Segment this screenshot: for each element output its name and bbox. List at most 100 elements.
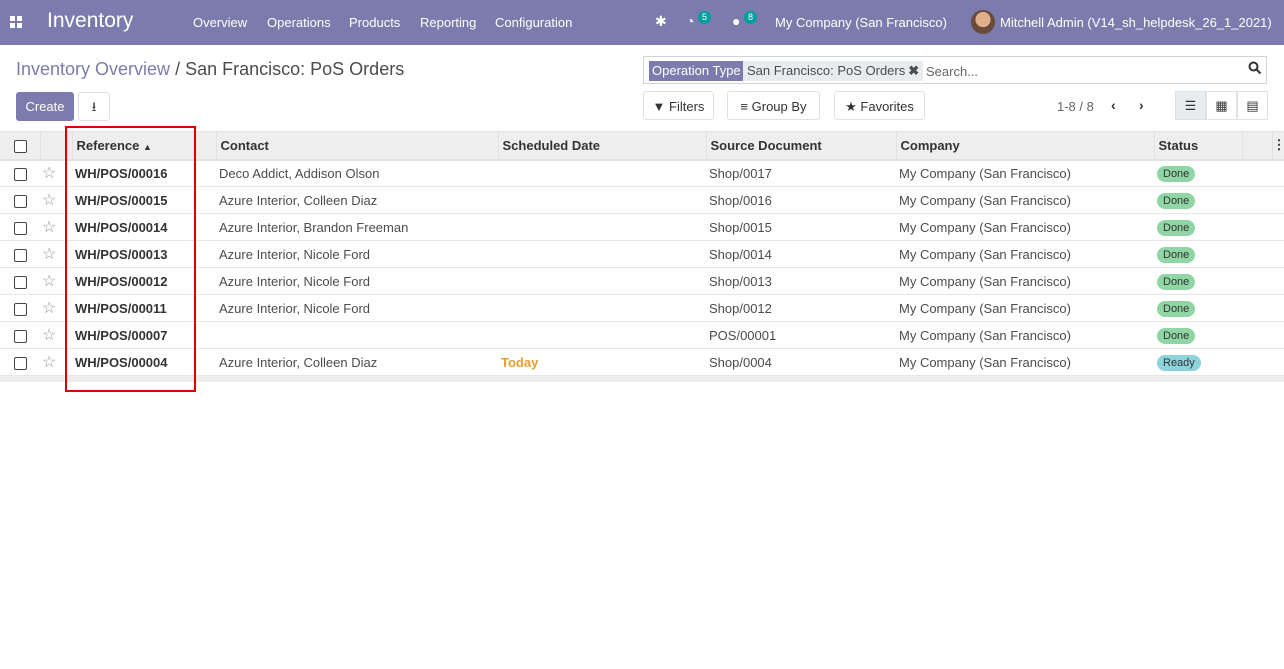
cell-reference: WH/POS/00012: [75, 273, 168, 289]
cell-reference: WH/POS/00007: [75, 327, 168, 343]
cell-source-document: POS/00001: [709, 327, 777, 343]
priority-star-icon[interactable]: ☆: [42, 327, 56, 344]
calendar-view-button[interactable]: ▤: [1237, 91, 1268, 120]
cell-contact: Azure Interior, Nicole Ford: [219, 246, 371, 262]
cell-contact: Azure Interior, Colleen Diaz: [219, 192, 378, 208]
cell-reference: WH/POS/00015: [75, 192, 168, 208]
sort-up-icon: ▲: [143, 141, 152, 152]
search-icon[interactable]: [1248, 61, 1262, 75]
column-source-document[interactable]: Source Document: [706, 131, 897, 160]
menu-products[interactable]: Products: [349, 15, 400, 30]
priority-star-icon[interactable]: ☆: [42, 354, 56, 371]
priority-star-icon[interactable]: ☆: [42, 165, 56, 182]
menu-reporting[interactable]: Reporting: [420, 15, 476, 30]
filters-label: Filters: [669, 99, 705, 114]
table-row[interactable]: ☆ WH/POS/00014 Azure Interior, Brandon F…: [0, 214, 1284, 241]
priority-star-icon[interactable]: ☆: [42, 192, 56, 209]
table-row[interactable]: ☆ WH/POS/00015 Azure Interior, Colleen D…: [0, 187, 1284, 214]
group-by-label: Group By: [751, 99, 807, 114]
pager-previous-icon[interactable]: ‹: [1111, 97, 1116, 113]
column-scheduled-date[interactable]: Scheduled Date: [498, 131, 707, 160]
table-row[interactable]: ☆ WH/POS/00004 Azure Interior, Colleen D…: [0, 349, 1284, 376]
column-reference[interactable]: Reference ▲: [72, 131, 217, 160]
priority-star-icon[interactable]: ☆: [42, 273, 56, 290]
activity-clock-icon[interactable]: ◔: [686, 13, 694, 29]
row-checkbox[interactable]: [14, 275, 27, 289]
search-box: Operation Type San Francisco: PoS Orders…: [643, 56, 1267, 84]
status-badge: Done: [1157, 300, 1196, 317]
row-checkbox[interactable]: [14, 329, 27, 343]
cell-company: My Company (San Francisco): [899, 192, 1071, 208]
cell-source-document: Shop/0016: [709, 192, 772, 208]
select-all-checkbox[interactable]: [14, 139, 27, 153]
export-button[interactable]: ⭳: [78, 92, 110, 121]
column-reference-label: Reference: [76, 137, 140, 153]
cell-reference: WH/POS/00004: [75, 354, 168, 370]
message-count-badge: 8: [744, 11, 758, 24]
row-checkbox[interactable]: [14, 248, 27, 262]
cell-source-document: Shop/0012: [709, 300, 772, 316]
table-row[interactable]: ☆ WH/POS/00016 Deco Addict, Addison Olso…: [0, 160, 1284, 187]
remove-facet-icon[interactable]: ✖: [908, 63, 919, 78]
list-view: Reference ▲ Contact Scheduled Date Sourc…: [0, 131, 1284, 382]
search-facet: San Francisco: PoS Orders ✖: [743, 61, 924, 81]
row-checkbox[interactable]: [14, 221, 27, 235]
group-by-button[interactable]: ≡ Group By: [727, 91, 820, 120]
cell-scheduled-date: [498, 268, 706, 295]
status-badge: Done: [1157, 192, 1196, 209]
cell-company: My Company (San Francisco): [899, 327, 1071, 343]
cell-scheduled-date: [498, 322, 706, 349]
user-menu[interactable]: Mitchell Admin (V14_sh_helpdesk_26_1_202…: [1000, 15, 1272, 30]
table-row[interactable]: ☆ WH/POS/00013 Azure Interior, Nicole Fo…: [0, 241, 1284, 268]
status-badge: Done: [1157, 246, 1196, 263]
cell-reference: WH/POS/00013: [75, 246, 168, 262]
pickings-table: Reference ▲ Contact Scheduled Date Sourc…: [0, 131, 1284, 376]
cell-scheduled-date: [498, 160, 706, 187]
breadcrumb: Inventory Overview / San Francisco: PoS …: [16, 59, 404, 80]
priority-star-icon[interactable]: ☆: [42, 219, 56, 236]
row-checkbox[interactable]: [14, 167, 27, 181]
table-row[interactable]: ☆ WH/POS/00007 POS/00001 My Company (San…: [0, 322, 1284, 349]
status-badge: Done: [1157, 165, 1196, 182]
search-input[interactable]: [926, 62, 1226, 80]
row-checkbox[interactable]: [14, 356, 27, 370]
table-row[interactable]: ☆ WH/POS/00011 Azure Interior, Nicole Fo…: [0, 295, 1284, 322]
column-contact[interactable]: Contact: [216, 131, 499, 160]
favorites-label: Favorites: [860, 99, 914, 114]
favorites-button[interactable]: ★ Favorites: [834, 91, 925, 120]
company-switcher[interactable]: My Company (San Francisco): [775, 15, 947, 30]
download-icon: ⭳: [91, 99, 97, 114]
table-row[interactable]: ☆ WH/POS/00012 Azure Interior, Nicole Fo…: [0, 268, 1284, 295]
filters-button[interactable]: ▼ Filters: [643, 91, 714, 120]
optional-columns-icon[interactable]: ⋮: [1273, 137, 1284, 152]
avatar[interactable]: [971, 10, 995, 34]
cell-source-document: Shop/0004: [709, 354, 772, 370]
column-company[interactable]: Company: [896, 131, 1155, 160]
row-checkbox[interactable]: [14, 194, 27, 208]
pager-value[interactable]: 1-8 / 8: [1057, 99, 1094, 114]
kanban-icon: ▦: [1215, 98, 1228, 113]
breadcrumb-parent[interactable]: Inventory Overview: [16, 59, 170, 79]
breadcrumb-separator: /: [175, 59, 181, 79]
priority-star-icon[interactable]: ☆: [42, 246, 56, 263]
row-checkbox[interactable]: [14, 302, 27, 316]
cell-company: My Company (San Francisco): [899, 273, 1071, 289]
bug-icon[interactable]: ✱: [655, 13, 667, 30]
kanban-view-button[interactable]: ▦: [1206, 91, 1237, 120]
priority-star-icon[interactable]: ☆: [42, 300, 56, 317]
column-status[interactable]: Status: [1154, 131, 1243, 160]
cell-company: My Company (San Francisco): [899, 300, 1071, 316]
cell-scheduled-date: Today: [501, 354, 539, 370]
apps-menu-icon[interactable]: [10, 16, 22, 28]
cell-company: My Company (San Francisco): [899, 246, 1071, 262]
pager-next-icon[interactable]: ›: [1139, 97, 1144, 113]
cell-company: My Company (San Francisco): [899, 165, 1071, 181]
create-button[interactable]: Create: [16, 92, 74, 121]
messages-icon[interactable]: ●: [732, 13, 740, 29]
cell-source-document: Shop/0014: [709, 246, 772, 262]
app-title[interactable]: Inventory: [47, 9, 133, 33]
list-view-button[interactable]: ☰: [1175, 91, 1206, 120]
menu-operations[interactable]: Operations: [267, 15, 331, 30]
menu-configuration[interactable]: Configuration: [495, 15, 572, 30]
menu-overview[interactable]: Overview: [193, 15, 247, 30]
